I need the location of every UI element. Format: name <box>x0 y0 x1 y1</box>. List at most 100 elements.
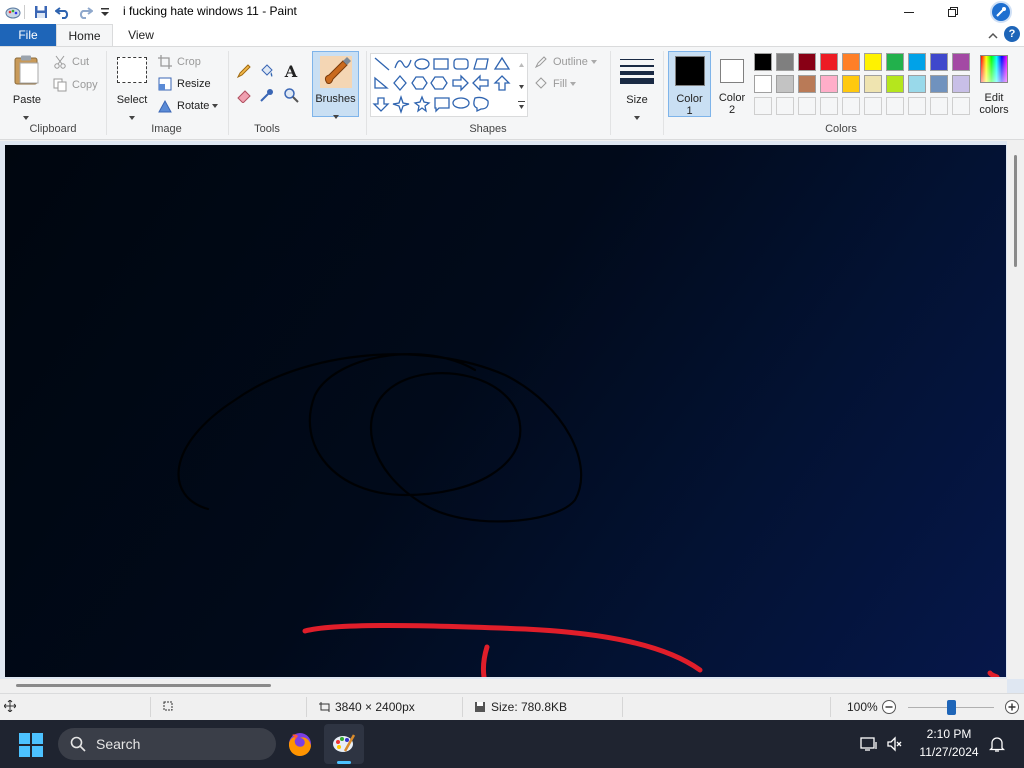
palette-swatch[interactable] <box>864 53 882 71</box>
chevron-down-icon <box>333 108 339 122</box>
custom-color-slot[interactable] <box>908 97 926 115</box>
zoom-percent: 100% <box>847 700 878 714</box>
palette-swatch[interactable] <box>820 75 838 93</box>
shapes-gallery[interactable] <box>370 53 528 117</box>
palette-swatch[interactable] <box>952 53 970 71</box>
outline-label: Outline <box>553 56 588 68</box>
palette-swatch[interactable] <box>776 53 794 71</box>
volume-muted-icon[interactable] <box>886 736 904 755</box>
palette-swatch[interactable] <box>864 75 882 93</box>
color2-button[interactable]: Color 2 <box>712 51 752 117</box>
eraser-icon[interactable] <box>234 85 254 105</box>
window-title: i fucking hate windows 11 - Paint <box>123 4 297 18</box>
vertical-scrollbar[interactable] <box>1007 141 1024 679</box>
redo-icon[interactable] <box>76 3 94 21</box>
clock-date[interactable]: 11/27/2024 <box>914 745 984 759</box>
magnifier-icon[interactable] <box>281 85 301 105</box>
color2-label: Color <box>718 92 746 104</box>
select-button[interactable]: Select <box>112 51 152 120</box>
custom-color-slot[interactable] <box>930 97 948 115</box>
brushes-button[interactable]: Brushes <box>312 51 359 119</box>
palette-swatch[interactable] <box>908 75 926 93</box>
tab-file[interactable]: File <box>0 24 56 46</box>
custom-color-slot[interactable] <box>754 97 772 115</box>
selection-icon <box>117 57 147 83</box>
palette-swatch[interactable] <box>798 53 816 71</box>
dimensions-icon <box>319 702 330 712</box>
fill-button[interactable]: Fill <box>533 75 577 93</box>
palette-swatch[interactable] <box>798 75 816 93</box>
file-size: Size: 780.8KB <box>474 700 567 714</box>
palette-swatch[interactable] <box>842 53 860 71</box>
palette-swatch[interactable] <box>952 75 970 93</box>
start-button[interactable] <box>18 732 44 758</box>
drawing-canvas[interactable] <box>5 145 1006 677</box>
windows-logo-icon <box>19 733 43 757</box>
paste-label: Paste <box>12 94 42 106</box>
palette-swatch[interactable] <box>754 53 772 71</box>
shapes-scroll[interactable] <box>515 53 528 117</box>
fill-bucket-icon[interactable] <box>257 61 277 81</box>
help-icon[interactable]: ? <box>1004 26 1020 42</box>
resize-button[interactable]: Resize <box>157 75 211 93</box>
close-button[interactable] <box>978 0 1024 24</box>
save-icon[interactable] <box>32 3 50 21</box>
palette-swatch[interactable] <box>886 53 904 71</box>
copy-button[interactable]: Copy <box>52 76 98 94</box>
vertical-scroll-thumb[interactable] <box>1014 155 1017 267</box>
zoom-slider[interactable] <box>908 700 994 716</box>
clipboard-icon <box>13 55 41 85</box>
palette-swatch[interactable] <box>842 75 860 93</box>
text-tool-icon[interactable]: A <box>281 61 301 81</box>
clipboard-group-label: Clipboard <box>29 123 77 135</box>
minimize-button[interactable] <box>886 0 932 24</box>
color1-button[interactable]: Color 1 <box>668 51 711 117</box>
line-size-icon <box>620 57 654 84</box>
palette-swatch[interactable] <box>930 75 948 93</box>
custom-color-slot[interactable] <box>798 97 816 115</box>
taskbar-search-text: Search <box>96 736 141 752</box>
customize-quick-access-icon[interactable] <box>96 3 114 21</box>
custom-color-slot[interactable] <box>886 97 904 115</box>
taskbar-search[interactable]: Search <box>58 728 276 760</box>
palette-swatch[interactable] <box>776 75 794 93</box>
edit-colors-button[interactable]: Edit colors <box>975 51 1013 119</box>
horizontal-scrollbar[interactable] <box>0 679 1007 693</box>
palette-swatch[interactable] <box>930 53 948 71</box>
rotate-button[interactable]: Rotate <box>157 97 219 115</box>
crop-button[interactable]: Crop <box>157 53 201 71</box>
title-bar: i fucking hate windows 11 - Paint <box>0 0 1024 24</box>
size-button[interactable]: Size <box>616 51 658 120</box>
custom-color-slot[interactable] <box>820 97 838 115</box>
outline-button[interactable]: Outline <box>533 53 597 71</box>
tab-home[interactable]: Home <box>56 24 113 46</box>
cut-button[interactable]: Cut <box>52 53 89 71</box>
color-picker-icon[interactable] <box>257 85 277 105</box>
pencil-icon[interactable] <box>234 61 254 81</box>
edit-colors-label-line2: colors <box>979 104 1009 116</box>
copy-icon <box>52 77 68 93</box>
zoom-out-button[interactable] <box>881 699 897 715</box>
custom-color-slot[interactable] <box>776 97 794 115</box>
restore-button[interactable] <box>930 0 976 24</box>
network-icon[interactable] <box>860 736 878 755</box>
palette-swatch[interactable] <box>886 75 904 93</box>
firefox-taskbar-button[interactable] <box>286 730 314 758</box>
custom-color-slot[interactable] <box>842 97 860 115</box>
palette-swatch[interactable] <box>754 75 772 93</box>
tab-view[interactable]: View <box>113 24 169 46</box>
zoom-in-button[interactable] <box>1004 699 1020 715</box>
paint-app-icon[interactable] <box>4 3 22 21</box>
notification-bell-icon[interactable] <box>988 735 1006 756</box>
custom-color-slot[interactable] <box>952 97 970 115</box>
palette-swatch[interactable] <box>908 53 926 71</box>
collapse-ribbon-icon[interactable] <box>988 29 998 43</box>
zoom-slider-thumb[interactable] <box>946 700 956 715</box>
palette-swatch[interactable] <box>820 53 838 71</box>
clock-time[interactable]: 2:10 PM <box>918 727 980 741</box>
paste-button[interactable]: Paste <box>8 51 46 120</box>
undo-icon[interactable] <box>54 3 72 21</box>
paint-taskbar-button[interactable] <box>324 724 364 764</box>
custom-color-slot[interactable] <box>864 97 882 115</box>
horizontal-scroll-thumb[interactable] <box>16 684 271 687</box>
